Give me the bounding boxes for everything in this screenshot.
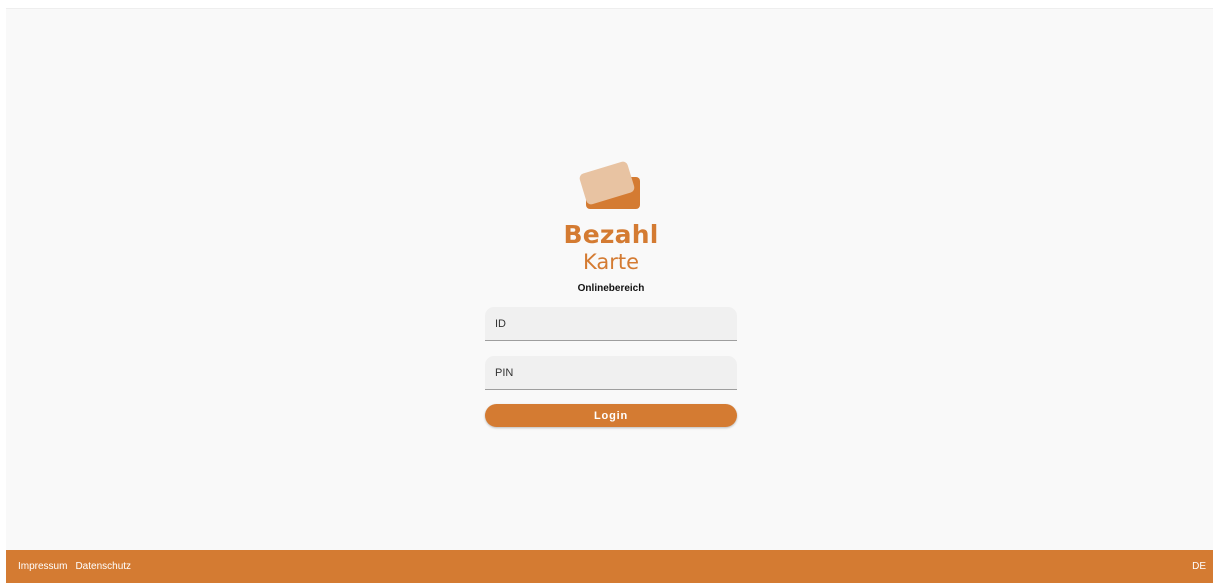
brand-subtitle: Karte: [582, 250, 640, 274]
datenschutz-link[interactable]: Datenschutz: [75, 561, 131, 572]
impressum-link[interactable]: Impressum: [18, 561, 67, 572]
payment-card-icon: [576, 159, 646, 215]
language-selector[interactable]: DE: [1192, 561, 1206, 572]
page: Bezahl Karte Onlinebereich Login Impress…: [6, 8, 1213, 583]
page-title: Onlinebereich: [577, 283, 645, 294]
pin-field-container: [485, 356, 737, 390]
pin-input[interactable]: [485, 356, 737, 389]
footer: Impressum Datenschutz DE: [6, 550, 1213, 583]
id-input[interactable]: [485, 307, 737, 340]
brand-title: Bezahl: [563, 220, 659, 249]
login-button[interactable]: Login: [485, 404, 737, 427]
login-panel: Bezahl Karte Onlinebereich Login: [485, 159, 737, 427]
id-field-container: [485, 307, 737, 341]
